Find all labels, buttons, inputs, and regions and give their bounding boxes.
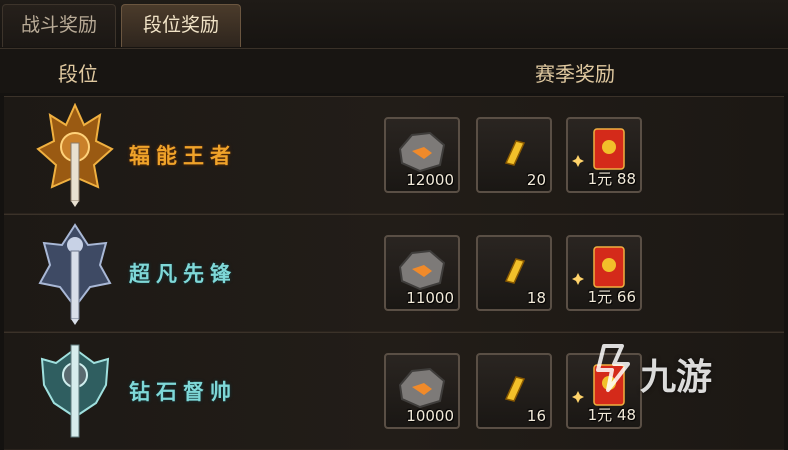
reward-slot-ore[interactable]: 12000: [384, 117, 460, 193]
reward-slot-gold[interactable]: 16: [476, 353, 552, 429]
reward-quantity: 16: [526, 407, 546, 425]
header-season-reward: 赛季奖励: [535, 62, 615, 86]
reward-slot-ore[interactable]: 10000: [384, 353, 460, 429]
reward-slot-red-envelope[interactable]: 1元 66: [566, 235, 642, 311]
diamond-rank-emblem-icon: [40, 344, 110, 438]
reward-quantity: 18: [526, 289, 546, 307]
reward-quantity: 10000: [406, 407, 454, 425]
reward-row: 辐能王者 12000 20 1元 88: [4, 96, 784, 214]
reward-slot-ore[interactable]: 11000: [384, 235, 460, 311]
rank-name: 钻石督帅: [129, 380, 237, 404]
reward-slot-gold[interactable]: 20: [476, 117, 552, 193]
reward-quantity: 11000: [406, 289, 454, 307]
reward-quantity: 20: [526, 171, 546, 189]
rank-name: 超凡先锋: [129, 262, 237, 286]
reward-quantity: 1元 48: [587, 406, 636, 424]
gold-rank-emblem-icon: [36, 103, 114, 207]
reward-quantity: 12000: [406, 171, 454, 189]
column-headers: 段位 赛季奖励: [0, 49, 788, 93]
reward-row: 超凡先锋 11000 18 1元 66: [4, 214, 784, 332]
silver-rank-emblem-icon: [38, 223, 112, 325]
tab-rank-rewards[interactable]: 段位奖励: [121, 4, 241, 47]
header-rank: 段位: [58, 62, 98, 86]
tab-battle-rewards[interactable]: 战斗奖励: [2, 4, 116, 47]
reward-slot-red-envelope[interactable]: 1元 88: [566, 117, 642, 193]
rank-name: 辐能王者: [129, 144, 237, 168]
tab-bar: 战斗奖励 段位奖励: [0, 0, 788, 49]
reward-slot-gold[interactable]: 18: [476, 235, 552, 311]
reward-quantity: 1元 66: [587, 288, 636, 306]
reward-quantity: 1元 88: [587, 170, 636, 188]
watermark-text: 九游: [640, 357, 713, 398]
